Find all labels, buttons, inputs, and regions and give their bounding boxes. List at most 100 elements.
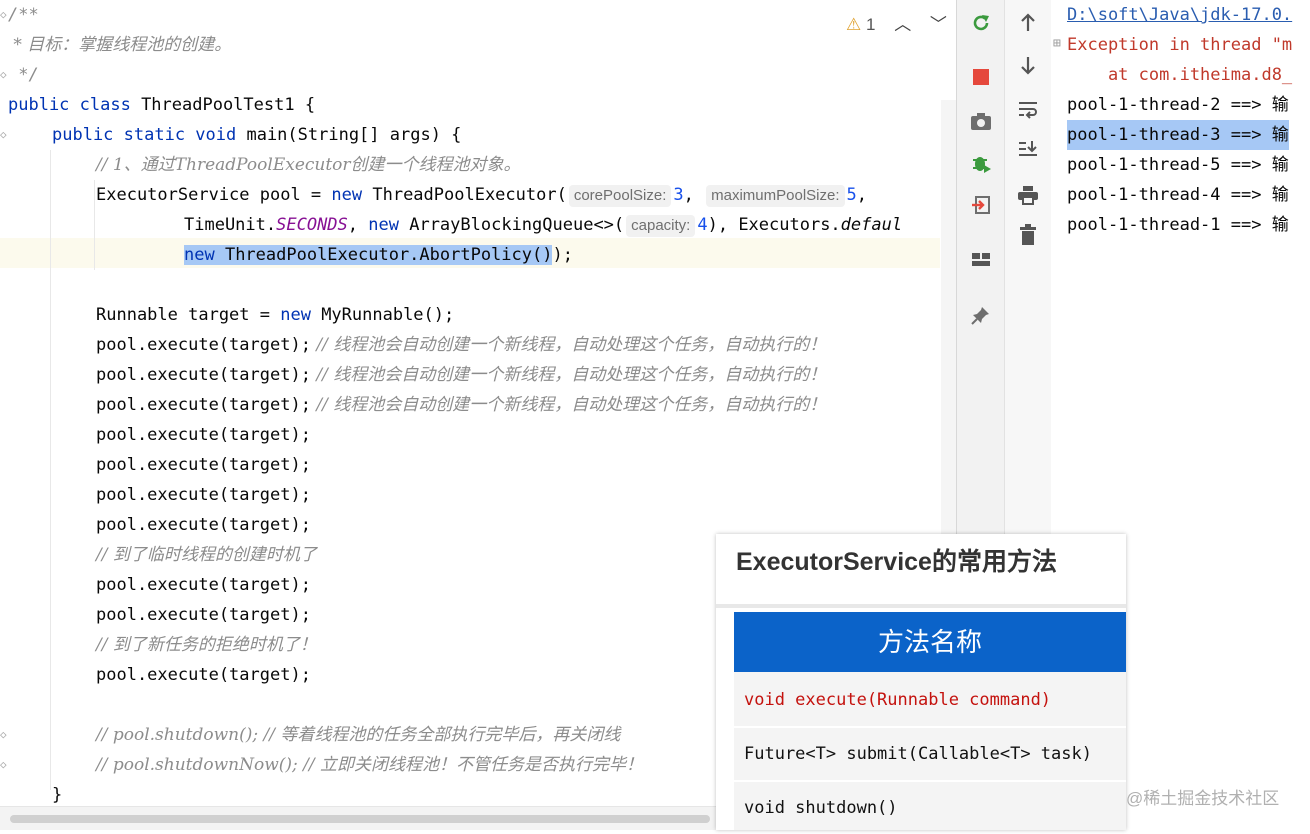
indent-guide	[94, 180, 95, 270]
up-trace-button[interactable]	[1005, 8, 1051, 38]
expand-icon[interactable]: ⊞	[1053, 36, 1061, 51]
code-text: pool.execute(target);	[96, 395, 311, 415]
fold-marker[interactable]: ◇	[0, 8, 8, 21]
print-button[interactable]	[1005, 180, 1051, 210]
code-text: MyRunnable();	[321, 305, 455, 325]
debug-button[interactable]	[957, 148, 1005, 178]
code-line: pool.execute(target); // 线程池会自动创建一个新线程，自…	[96, 330, 826, 360]
chevron-up-icon[interactable]: ︿	[894, 15, 911, 34]
console-line: pool-1-thread-5 ==> 输	[1067, 155, 1289, 175]
code-line: // pool.shutdown(); // 等着线程池的任务全部执行完毕后，再…	[96, 720, 620, 750]
rerun-button[interactable]	[957, 8, 1005, 38]
comment-text: /**	[8, 5, 39, 25]
code-text: ArrayBlockingQueue<>(	[409, 215, 625, 235]
comment-text: * 目标：掌握线程池的创建。	[8, 35, 232, 55]
comment-text: // 线程池会自动创建一个新线程，自动处理这个任务，自动执行的！	[310, 365, 827, 385]
scroll-thumb[interactable]	[10, 815, 710, 823]
code-text: pool.execute(target);	[96, 485, 311, 505]
parameter-hint: corePoolSize:	[568, 185, 672, 207]
code-text: }	[52, 785, 63, 805]
code-line: */	[8, 60, 39, 90]
code-text: ), Executors.	[707, 215, 841, 235]
comment-text: // 到了新任务的拒绝时机了！	[96, 635, 317, 655]
clear-all-button[interactable]	[1005, 220, 1051, 250]
console-line: pool-1-thread-2 ==> 输	[1067, 95, 1289, 115]
warning-icon: ⚠	[846, 15, 862, 34]
dump-threads-button[interactable]	[957, 106, 1005, 136]
code-line: pool.execute(target);	[96, 480, 311, 510]
keyword: new	[331, 185, 373, 205]
chevron-down-icon[interactable]: ﹀	[930, 15, 947, 34]
fold-marker[interactable]: ◇	[0, 728, 8, 741]
code-line: pool.execute(target);	[96, 450, 311, 480]
stop-button[interactable]	[957, 62, 1005, 92]
layout-icon	[972, 253, 990, 266]
comment-text: // pool.shutdown(); // 等着线程池的任务全部执行完毕后，再…	[96, 725, 621, 745]
table-row: void execute(Runnable command)	[744, 690, 1052, 710]
code-text: pool.execute(target);	[96, 665, 311, 685]
code-line: pool.execute(target); // 线程池会自动创建一个新线程，自…	[96, 390, 826, 420]
enum-constant: SECONDS	[276, 215, 348, 235]
methods-table: 方法名称 void execute(Runnable command) Futu…	[734, 612, 1126, 830]
restore-layout-button[interactable]	[957, 190, 1005, 220]
scroll-to-end-button[interactable]	[1005, 134, 1051, 164]
code-line: // 到了新任务的拒绝时机了！	[96, 630, 317, 660]
console-line-stacktrace[interactable]: at com.itheima.d8_	[1067, 60, 1292, 90]
table-header: 方法名称	[734, 612, 1126, 672]
keyword: public static void	[52, 125, 247, 145]
comment-text: */	[8, 65, 39, 85]
printer-icon	[1018, 186, 1038, 205]
fold-marker[interactable]: ◇	[0, 758, 8, 771]
console-line-path[interactable]: D:\soft\Java\jdk-17.0.	[1067, 0, 1292, 30]
slide-overlay: ExecutorService的常用方法 方法名称 void execute(R…	[716, 534, 1126, 830]
class-name: ThreadPoolTest1 {	[141, 95, 316, 115]
code-line: /**	[8, 0, 39, 30]
camera-icon	[971, 113, 991, 130]
code-text: pool.execute(target);	[96, 605, 311, 625]
fold-marker[interactable]: ◇	[0, 128, 8, 141]
console-line: pool-1-thread-4 ==> 输	[1067, 185, 1289, 205]
console-line-exception: Exception in thread "m	[1067, 35, 1293, 55]
code-text: ThreadPoolExecutor(	[372, 185, 567, 205]
soft-wrap-icon	[1019, 102, 1037, 119]
arrow-up-icon	[1021, 13, 1035, 31]
bug-icon	[973, 157, 991, 173]
code-line: Runnable target = new MyRunnable();	[96, 300, 454, 330]
down-trace-button[interactable]	[1005, 50, 1051, 80]
soft-wrap-button[interactable]	[1005, 94, 1051, 124]
code-text: pool.execute(target);	[96, 425, 311, 445]
slide-title: ExecutorService的常用方法	[736, 548, 1057, 576]
code-line: // 1、通过ThreadPoolExecutor创建一个线程池对象。	[96, 150, 521, 180]
code-line: public class ThreadPoolTest1 {	[8, 90, 315, 120]
pin-tab-button[interactable]	[957, 300, 1005, 330]
code-text: Runnable target =	[96, 305, 281, 325]
comment-text: // 到了临时线程的创建时机了	[96, 545, 317, 565]
code-text: pool.execute(target);	[96, 575, 311, 595]
code-line: public static void main(String[] args) {	[52, 120, 461, 150]
number-literal: 3	[673, 185, 684, 205]
code-line: ExecutorService pool = new ThreadPoolExe…	[96, 180, 867, 210]
fold-marker[interactable]: ◇	[0, 68, 8, 81]
watermark: @稀土掘金技术社区	[1126, 789, 1280, 808]
code-text: pool.execute(target);	[96, 455, 311, 475]
stop-icon	[973, 69, 989, 85]
code-text: ,	[856, 185, 868, 205]
comment-text: // pool.shutdownNow(); // 立即关闭线程池！不管任务是否…	[96, 755, 644, 775]
arrow-down-icon	[1021, 57, 1035, 75]
pin-icon	[971, 307, 989, 325]
code-line: pool.execute(target);	[96, 510, 311, 540]
layout-button[interactable]	[957, 244, 1005, 274]
code-line: pool.execute(target);	[96, 570, 311, 600]
code-line: pool.execute(target); // 线程池会自动创建一个新线程，自…	[96, 360, 826, 390]
indent-guide	[50, 150, 51, 790]
divider	[716, 604, 1126, 608]
number-literal: 5	[846, 185, 857, 205]
trash-icon	[1020, 224, 1036, 245]
exit-icon	[972, 196, 990, 214]
table-row: Future<T> submit(Callable<T> task)	[744, 744, 1092, 764]
comment-text: // 线程池会自动创建一个新线程，自动处理这个任务，自动执行的！	[310, 395, 827, 415]
parameter-hint: capacity:	[626, 215, 696, 237]
inspection-widget[interactable]: ⚠ 1 ︿ ﹀	[846, 10, 947, 35]
warning-count: 1	[865, 15, 876, 34]
keyword: public class	[8, 95, 142, 115]
